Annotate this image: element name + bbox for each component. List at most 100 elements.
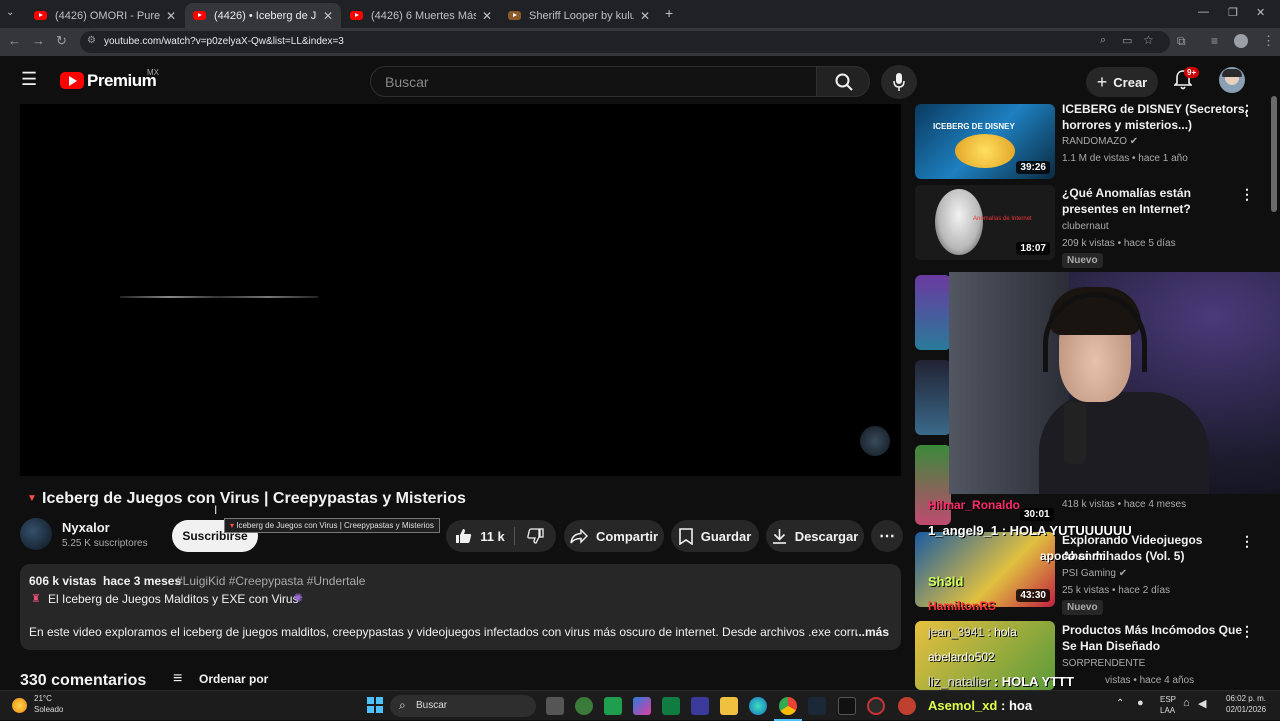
app-icon[interactable]: [604, 697, 622, 715]
chrome-icon[interactable]: [779, 697, 797, 715]
clock-date[interactable]: 02/01/2026: [1226, 705, 1266, 714]
channel-avatar[interactable]: [20, 518, 52, 550]
more-options-icon[interactable]: ⋮: [1240, 623, 1254, 640]
close-icon[interactable]: ✕: [640, 9, 650, 23]
volume-icon[interactable]: ◀: [1198, 697, 1206, 710]
chevron-up-icon[interactable]: ⌃: [1116, 698, 1124, 709]
windows-taskbar: 21°C Soleado ⌕ Buscar Asemol_xd : hoa ⌃ …: [0, 690, 1280, 721]
app-icon[interactable]: [898, 697, 916, 715]
more-actions-button[interactable]: ⋯: [871, 520, 903, 552]
voice-search-button[interactable]: [881, 65, 917, 99]
description-box[interactable]: 606 k vistas hace 3 meses #LuigiKid #Cre…: [20, 564, 901, 650]
game-favicon-icon: [508, 11, 521, 20]
tab-muertes[interactable]: (4426) 6 Muertes Más PERTURB ✕: [342, 3, 500, 28]
user-avatar[interactable]: [1219, 67, 1245, 93]
reading-list-icon[interactable]: ≡: [1211, 34, 1218, 48]
recommendation-channel[interactable]: RANDOMAZO ✔: [1062, 136, 1138, 147]
text-cursor-icon: I: [214, 503, 218, 517]
create-button[interactable]: + Crear: [1086, 67, 1158, 97]
hashtags[interactable]: #LuigiKid #Creepypasta #Undertale: [176, 574, 365, 588]
search-input[interactable]: Buscar: [385, 74, 429, 90]
sort-icon[interactable]: ≡: [173, 670, 182, 688]
recommendation-title[interactable]: Productos Más Incómodos Que Se Han Diseñ…: [1062, 622, 1242, 654]
tab-iceberg[interactable]: (4426) • Iceberg de Juegos co ✕: [185, 3, 341, 28]
close-icon[interactable]: ✕: [482, 9, 492, 23]
capcut-icon[interactable]: [838, 697, 856, 715]
recommendation-title[interactable]: ICEBERG de DISNEY (Secretors, horrores y…: [1062, 101, 1248, 133]
maximize-icon[interactable]: ❐: [1228, 6, 1238, 19]
cast-icon[interactable]: ▭: [1122, 34, 1132, 47]
share-icon: [570, 528, 588, 544]
edge-icon[interactable]: [749, 697, 767, 715]
bookmark-star-icon[interactable]: ☆: [1143, 33, 1154, 47]
search-button[interactable]: [816, 66, 870, 97]
recommendation-thumbnail[interactable]: ICEBERG DE DISNEY 39:26: [915, 104, 1055, 179]
like-button[interactable]: 11 k: [446, 520, 514, 552]
recommendation-channel[interactable]: SORPRENDENTE: [1062, 658, 1145, 669]
browser-menu-icon[interactable]: ⋮: [1262, 33, 1275, 49]
hamburger-menu-icon[interactable]: ☰: [21, 69, 37, 90]
tab-search-icon[interactable]: ⌄: [6, 7, 14, 18]
recommendation-thumbnail[interactable]: [915, 360, 951, 435]
steam-icon[interactable]: [808, 697, 826, 715]
back-icon[interactable]: ←: [8, 33, 21, 48]
task-view-icon[interactable]: [546, 697, 564, 715]
red-triangle-icon: ▼: [27, 493, 37, 504]
file-explorer-icon[interactable]: [720, 697, 738, 715]
sidebar-scrollbar[interactable]: [1271, 96, 1277, 212]
copilot-icon[interactable]: [633, 697, 651, 715]
microphone-tray-icon[interactable]: ●: [1137, 697, 1144, 709]
youtube-logo-icon[interactable]: [60, 72, 84, 89]
sort-button[interactable]: Ordenar por: [199, 672, 268, 686]
channel-name[interactable]: Nyxalor: [62, 520, 110, 535]
taskbar-search[interactable]: ⌕ Buscar: [390, 695, 536, 717]
recommendation-thumbnail[interactable]: [915, 275, 951, 350]
more-options-icon[interactable]: ⋮: [1240, 533, 1254, 550]
weather-text: Soleado: [34, 705, 64, 714]
excel-icon[interactable]: [662, 697, 680, 715]
extensions-icon[interactable]: ⧉: [1177, 34, 1186, 49]
zoom-icon[interactable]: ⌕: [1100, 34, 1106, 47]
recommendation-thumbnail[interactable]: [915, 445, 951, 525]
recommendation-meta: 418 k vistas • hace 4 meses: [1062, 499, 1187, 510]
dislike-button[interactable]: [515, 520, 556, 552]
windows-start-icon[interactable]: [367, 697, 383, 713]
recommendation-channel[interactable]: clubernaut: [1062, 221, 1109, 232]
recommendation-thumbnail[interactable]: Anomalías de Internet 18:07: [915, 185, 1055, 260]
close-icon[interactable]: ✕: [323, 9, 333, 23]
reload-icon[interactable]: ↻: [56, 33, 67, 49]
description-line2: En este video exploramos el iceberg de j…: [29, 625, 857, 639]
tab-label: (4426) • Iceberg de Juegos co: [214, 9, 317, 22]
download-button[interactable]: Descargar: [766, 520, 864, 552]
save-button[interactable]: Guardar: [671, 520, 759, 552]
profile-avatar-icon[interactable]: [1234, 34, 1248, 48]
new-tab-icon[interactable]: +: [665, 5, 673, 21]
search-box[interactable]: Buscar: [370, 66, 817, 97]
video-player[interactable]: [20, 104, 901, 476]
more-options-icon[interactable]: ⋮: [1240, 102, 1254, 119]
more-options-icon[interactable]: ⋮: [1240, 186, 1254, 203]
weather-sun-icon[interactable]: [12, 698, 27, 713]
share-button[interactable]: Compartir: [564, 520, 664, 552]
recommendation-title[interactable]: ¿Qué Anomalías están presentes en Intern…: [1062, 185, 1191, 217]
minimize-icon[interactable]: —: [1198, 6, 1209, 18]
show-more-link[interactable]: ...más: [855, 625, 889, 639]
forward-icon[interactable]: →: [32, 33, 45, 48]
recommendation-channel[interactable]: PSI Gaming ✔: [1062, 568, 1127, 579]
clock-time[interactable]: 06:02 p. m.: [1226, 694, 1266, 703]
app-icon[interactable]: [575, 697, 593, 715]
premium-logo-text[interactable]: Premium: [87, 71, 157, 91]
app-icon[interactable]: [867, 697, 885, 715]
recommendation-thumbnail[interactable]: 43:30: [915, 532, 1055, 607]
close-icon[interactable]: ✕: [166, 9, 176, 23]
site-info-icon[interactable]: ⚙: [87, 35, 96, 46]
tab-sheriff[interactable]: Sheriff Looper by kulu ✕: [500, 3, 658, 28]
store-icon[interactable]: [691, 697, 709, 715]
network-icon[interactable]: ⌂: [1183, 697, 1190, 709]
tab-label: (4426) 6 Muertes Más PERTURB: [371, 9, 476, 22]
window-close-icon[interactable]: ✕: [1256, 6, 1265, 19]
channel-watermark-icon[interactable]: [860, 426, 890, 456]
omnibox[interactable]: ⚙ youtube.com/watch?v=p0zelyaX-Qw&list=L…: [80, 31, 1170, 53]
language-indicator[interactable]: ESP: [1160, 695, 1176, 704]
tab-omori[interactable]: (4426) OMORI - Pure Imaginati ✕: [26, 3, 184, 28]
